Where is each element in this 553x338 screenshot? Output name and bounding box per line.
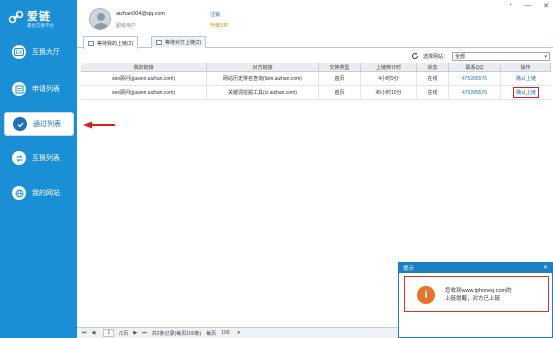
partner-link-cell: 关键词挖掘工具(ci.aizhan.com) [207,86,319,99]
prev-page-button[interactable]: ◀ [92,330,96,336]
app-name: 爱链 [27,11,51,23]
sidebar-item-label: 申请列表 [32,86,60,93]
user-info: aizhan004@qq.com 超级用户 注销 升级VIP [89,8,259,34]
swap-list-icon [12,151,26,165]
site-select[interactable]: 全部 ▾ [452,51,550,61]
sidebar-item-apply-list[interactable]: 申请列表 [4,77,74,101]
tab-waiting-my-link[interactable]: 等待我的上链(2) [83,36,139,49]
sidebar-item-label: 互换列表 [32,155,60,162]
column-header[interactable]: 状态 [417,63,449,71]
page-count: /1页 [119,330,129,337]
column-header[interactable]: 上链倒计时 [361,63,417,71]
column-header[interactable]: 对方链接 [207,63,319,71]
minimize-button[interactable]: — [524,2,531,10]
checkmark-icon [13,117,27,131]
partner-link-cell: 网站历史排名查询(lishi.aizhan.com) [207,72,319,85]
approved-table: 我的链接 对方链接 交换类型 上链倒计时 状态 联系QQ 操作 seo顾问(gu… [81,63,551,100]
next-page-button[interactable]: ▶ [133,330,137,336]
status-cell: 在线 [417,86,449,99]
page-input[interactable]: 1 [103,329,115,337]
sidebar-item-label: 我的网站 [32,190,60,197]
logout-link[interactable]: 注销 [210,11,220,18]
popup-body: i 您收到www.iphoneq.com的 上链提醒，对方已上链 [404,276,549,312]
last-page-button[interactable]: ⏭ [142,330,147,336]
svg-text:EX: EX [16,50,23,56]
record-summary: 共2条记录(每页100条) [151,330,202,337]
contact-qq-link[interactable]: 475285576 [449,86,501,99]
avatar[interactable] [89,8,111,30]
close-button[interactable]: ✕ [543,2,549,10]
sidebar-item-swap-list[interactable]: 互换列表 [4,146,74,170]
action-cell: 确认上链 [501,86,551,99]
action-cell: 确认上链 [501,72,551,85]
countdown-cell: 45小时10分 [361,86,417,99]
site-filter-label: 选择网站： [422,53,448,60]
user-email: aizhan004@qq.com [116,11,166,17]
table-row[interactable]: seo顾问(guwen.aizhan.com) 网站历史排名查询(lishi.a… [81,72,551,86]
countdown-cell: 4小时9分 [361,72,417,85]
sidebar-item-my-sites[interactable]: 我的网站 [4,181,74,205]
my-link-cell: seo顾问(guwen.aizhan.com) [81,86,207,99]
popup-message: 您收到www.iphoneq.com的 上链提醒，对方已上链 [445,287,512,303]
pin-icon[interactable]: ᐩ [509,2,512,10]
app-logo: 爱链 最优交换平台 [8,7,72,33]
per-page-label: 每页 [206,330,217,337]
sidebar: 爱链 最优交换平台 EX 互换大厅 申请列表 通过列表 互换列表 我的网站 [0,0,77,338]
popup-header: 提示 ✕ [399,263,552,273]
contact-qq-link[interactable]: 475285576 [449,72,501,85]
link-logo-icon [8,10,24,24]
per-page-value[interactable]: 100 [221,330,229,336]
popup-message-line: 您收到www.iphoneq.com的 [445,288,512,294]
site-select-value: 全部 [455,53,466,60]
info-icon: i [417,286,435,304]
table-row[interactable]: seo顾问(guwen.aizhan.com) 关键词挖掘工具(ci.aizha… [81,86,551,100]
popup-title: 提示 [403,266,415,272]
column-header[interactable]: 交换类型 [319,63,361,71]
sidebar-item-label: 互换大厅 [32,49,60,56]
exchange-hall-icon: EX [12,45,26,59]
popup-message-line: 上链提醒，对方已上链 [445,296,501,302]
user-level: 超级用户 [116,23,137,29]
apply-list-icon [12,82,26,96]
status-cell: 在线 [417,72,449,85]
column-header[interactable]: 联系QQ [449,63,501,71]
tab-bar: 等待我的上链(2) 等待对方上链(2) [77,35,553,49]
sidebar-item-label: 通过列表 [33,121,61,128]
globe-icon [12,186,26,200]
tab-icon [88,40,94,46]
confirm-link-button[interactable]: 确认上链 [512,87,539,98]
chevron-down-icon[interactable]: ▾ [238,330,241,336]
sidebar-item-exchange-hall[interactable]: EX 互换大厅 [4,40,74,64]
tab-icon [156,40,162,45]
chevron-down-icon: ▾ [544,53,547,60]
column-header[interactable]: 操作 [501,63,551,71]
column-header[interactable]: 我的链接 [81,63,207,71]
popup-close-button[interactable]: ✕ [543,264,548,271]
my-link-cell: seo顾问(guwen.aizhan.com) [81,72,207,85]
refresh-icon[interactable] [411,52,419,60]
window-controls: ᐩ — ✕ [509,2,549,10]
tab-label: 等待我的上链(2) [97,40,134,47]
exchange-type-cell: 首页 [319,86,361,99]
notification-popup: 提示 ✕ i 您收到www.iphoneq.com的 上链提醒，对方已上链 [398,262,553,338]
site-filter: 选择网站： 全部 ▾ [411,51,550,61]
table-header: 我的链接 对方链接 交换类型 上链倒计时 状态 联系QQ 操作 [81,63,551,72]
tab-label: 等待对方上链(2) [165,40,202,46]
app-tagline: 最优交换平台 [27,23,54,28]
sidebar-item-approved-list[interactable]: 通过列表 [4,112,74,136]
tab-waiting-partner-link[interactable]: 等待对方上链(2) [151,36,207,48]
first-page-button[interactable]: ⏮ [82,330,87,336]
annotation-arrow-icon [83,121,115,129]
upgrade-vip-link[interactable]: 升级VIP [210,22,228,29]
exchange-type-cell: 首页 [319,72,361,85]
confirm-link-button[interactable]: 确认上链 [516,75,536,82]
